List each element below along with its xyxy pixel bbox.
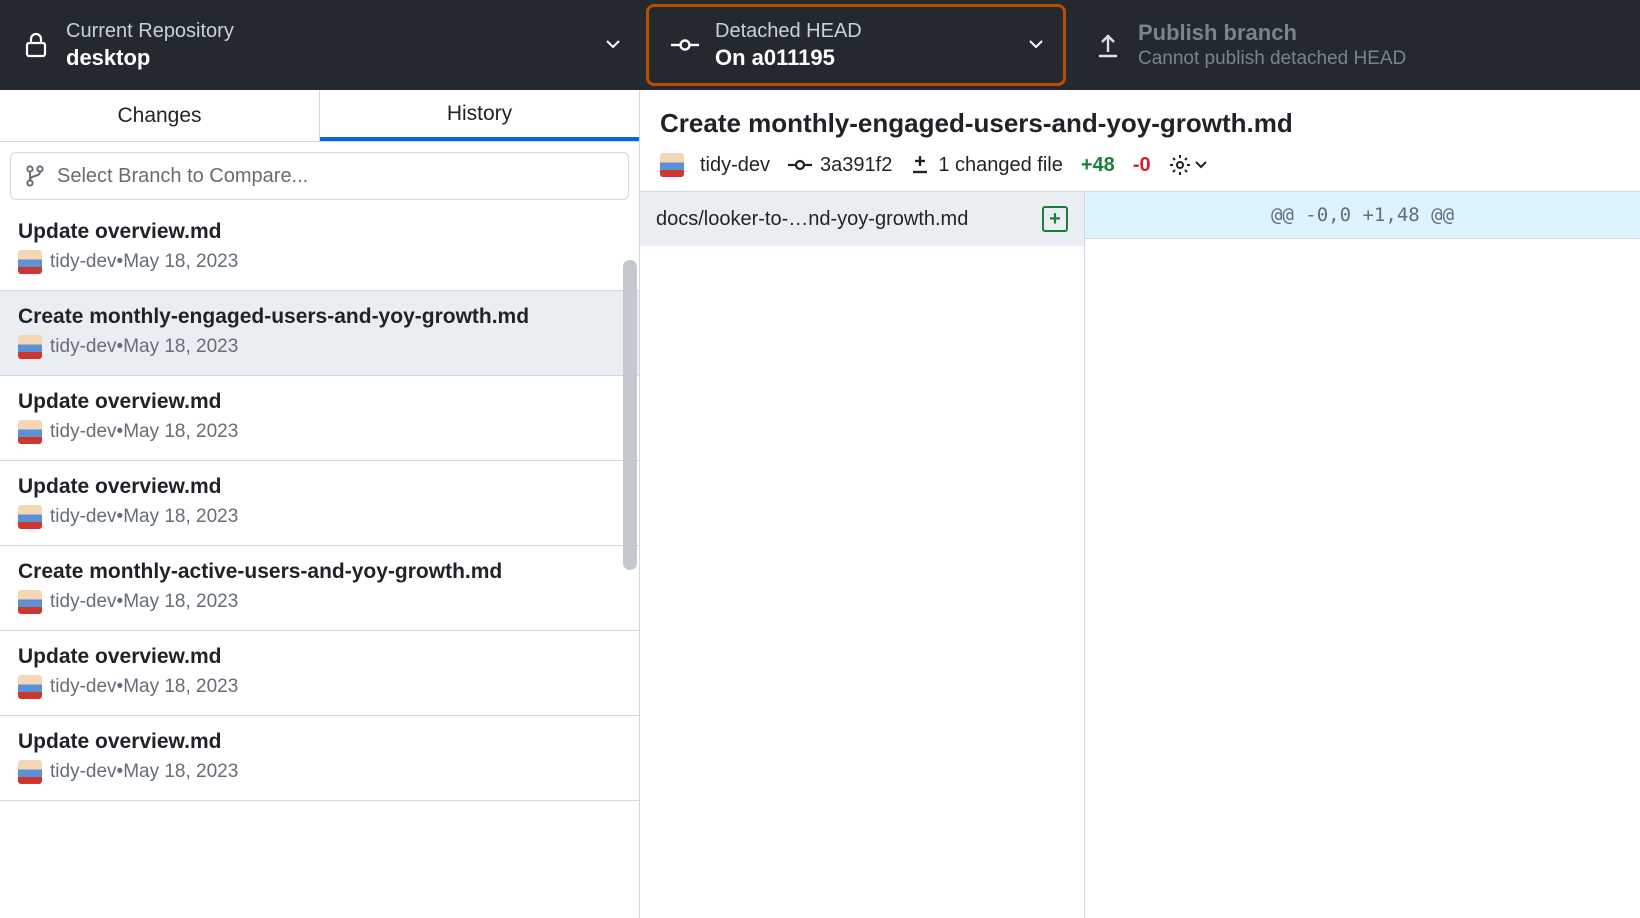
avatar — [18, 590, 42, 614]
avatar — [18, 420, 42, 444]
commit-item-title: Create monthly-engaged-users-and-yoy-gro… — [18, 305, 621, 329]
avatar — [660, 153, 684, 177]
file-added-icon: + — [1042, 206, 1068, 232]
deletions-count: -0 — [1133, 154, 1151, 177]
avatar — [18, 505, 42, 529]
history-sidebar: Changes History Select Branch to Compare… — [0, 90, 640, 918]
commit-title: Create monthly-engaged-users-and-yoy-gro… — [660, 108, 1620, 139]
commit-item-meta: tidy-dev • May 18, 2023 — [18, 590, 621, 614]
publish-branch-button[interactable]: Publish branch Cannot publish detached H… — [1072, 0, 1640, 90]
publish-label: Publish branch — [1138, 19, 1406, 47]
changed-file-item[interactable]: docs/looker-to-…nd-yoy-growth.md + — [640, 192, 1084, 246]
commit-item-title: Create monthly-active-users-and-yoy-grow… — [18, 560, 621, 584]
avatar — [18, 675, 42, 699]
upload-icon — [1092, 32, 1124, 58]
diff-icon — [910, 155, 930, 175]
commit-list-item[interactable]: Create monthly-active-users-and-yoy-grow… — [0, 546, 639, 631]
commit-author: tidy-dev — [660, 153, 770, 177]
tab-changes[interactable]: Changes — [0, 90, 320, 141]
diff-options-button[interactable] — [1169, 154, 1207, 176]
avatar — [18, 335, 42, 359]
commit-item-meta: tidy-dev • May 18, 2023 — [18, 675, 621, 699]
branch-compare-placeholder: Select Branch to Compare... — [57, 165, 308, 188]
files-changed: 1 changed file — [910, 154, 1063, 177]
chevron-down-icon — [1029, 36, 1043, 54]
file-path: docs/looker-to-…nd-yoy-growth.md — [656, 208, 968, 231]
commit-list-item[interactable]: Update overview.md tidy-dev • May 18, 202… — [0, 206, 639, 291]
changed-files-list: docs/looker-to-…nd-yoy-growth.md + — [640, 192, 1085, 918]
app-toolbar: Current Repository desktop Detached HEAD… — [0, 0, 1640, 90]
repo-label: Current Repository — [66, 19, 234, 44]
repo-switcher[interactable]: Current Repository desktop — [0, 0, 640, 90]
scrollbar-thumb[interactable] — [623, 260, 637, 570]
chevron-down-icon — [1195, 161, 1207, 169]
gear-icon — [1169, 154, 1191, 176]
commit-list-item[interactable]: Update overview.md tidy-dev • May 18, 202… — [0, 631, 639, 716]
avatar — [18, 760, 42, 784]
branch-state-value: On a011195 — [715, 44, 862, 72]
diff-hunk-header: @@ -0,0 +1,48 @@ — [1085, 192, 1640, 239]
additions-count: +48 — [1081, 154, 1115, 177]
commit-item-title: Update overview.md — [18, 390, 621, 414]
commit-icon — [788, 158, 812, 172]
commit-item-meta: tidy-dev • May 18, 2023 — [18, 335, 621, 359]
commit-item-meta: tidy-dev • May 18, 2023 — [18, 250, 621, 274]
tab-history[interactable]: History — [320, 90, 639, 141]
commit-list-item[interactable]: Create monthly-engaged-users-and-yoy-gro… — [0, 291, 639, 376]
commit-item-meta: tidy-dev • May 18, 2023 — [18, 420, 621, 444]
sidebar-tabs: Changes History — [0, 90, 639, 142]
commit-item-meta: tidy-dev • May 18, 2023 — [18, 505, 621, 529]
branch-compare-select[interactable]: Select Branch to Compare... — [10, 152, 629, 200]
commit-detail-pane: Create monthly-engaged-users-and-yoy-gro… — [640, 90, 1640, 918]
commit-item-title: Update overview.md — [18, 645, 621, 669]
repo-name: desktop — [66, 44, 234, 72]
branch-switcher[interactable]: Detached HEAD On a011195 — [646, 4, 1066, 86]
commit-item-title: Update overview.md — [18, 730, 621, 754]
commit-hash[interactable]: 3a391f2 — [788, 154, 892, 177]
commit-item-meta: tidy-dev • May 18, 2023 — [18, 760, 621, 784]
commit-meta: tidy-dev 3a391f2 1 changed file +48 -0 — [660, 153, 1620, 177]
commit-list: Update overview.md tidy-dev • May 18, 202… — [0, 206, 639, 918]
commit-item-title: Update overview.md — [18, 475, 621, 499]
commit-list-item[interactable]: Update overview.md tidy-dev • May 18, 202… — [0, 716, 639, 801]
branch-state-label: Detached HEAD — [715, 19, 862, 44]
commit-list-item[interactable]: Update overview.md tidy-dev • May 18, 202… — [0, 376, 639, 461]
diff-pane: @@ -0,0 +1,48 @@ — [1085, 192, 1640, 918]
commit-item-title: Update overview.md — [18, 220, 621, 244]
chevron-down-icon — [606, 36, 620, 54]
commit-list-item[interactable]: Update overview.md tidy-dev • May 18, 202… — [0, 461, 639, 546]
lock-icon — [20, 32, 52, 58]
git-branch-icon — [25, 165, 45, 187]
avatar — [18, 250, 42, 274]
commit-icon — [669, 37, 701, 53]
publish-sub: Cannot publish detached HEAD — [1138, 47, 1406, 71]
